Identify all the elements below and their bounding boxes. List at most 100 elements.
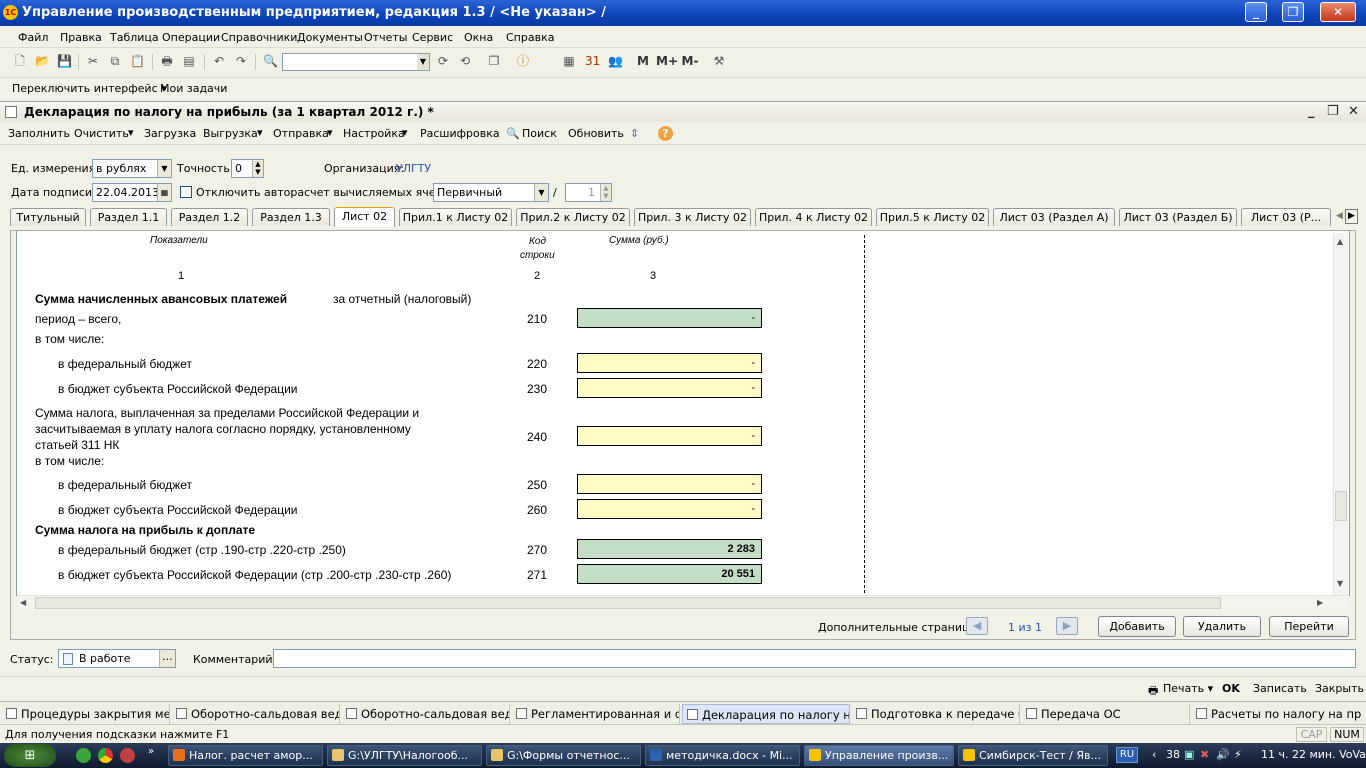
fill-button[interactable]: Заполнить — [8, 127, 70, 140]
unit-select[interactable]: в рублях ▼ — [92, 159, 172, 178]
autocalc-checkbox[interactable] — [180, 186, 192, 198]
window-tab[interactable]: Оборотно-сальдовая ведо... — [172, 704, 340, 724]
preview-icon[interactable]: ▤ — [182, 54, 196, 68]
ok-button[interactable]: OK — [1222, 682, 1240, 695]
copy-icon[interactable]: ⧉ — [108, 54, 122, 68]
my-tasks-button[interactable]: Мои задачи — [160, 82, 227, 95]
info-icon[interactable]: ⓘ — [516, 54, 530, 68]
cell-270[interactable]: 2 283 — [577, 539, 762, 559]
taskbar-item[interactable]: Симбирск-Тест / Яв... — [958, 745, 1108, 766]
cell-271[interactable]: 20 551 — [577, 564, 762, 584]
switch-interface-button[interactable]: Переключить интерфейс ▾ — [12, 82, 167, 95]
network-icon[interactable]: ▣ — [1184, 748, 1194, 761]
window-tab-active[interactable]: Декларация по налогу на ... — [682, 704, 850, 724]
export-button[interactable]: Выгрузка — [203, 127, 258, 140]
language-indicator[interactable]: RU — [1116, 747, 1138, 763]
scroll-left-icon[interactable]: ◀ — [20, 598, 26, 607]
open-file-icon[interactable]: 📂 — [35, 54, 50, 68]
scroll-down-icon[interactable]: ▼ — [1337, 579, 1343, 588]
find-prev-icon[interactable]: ⟲ — [458, 54, 472, 68]
memory-plus-button[interactable]: M+ — [656, 54, 678, 68]
tab-section-1-1[interactable]: Раздел 1.1 — [90, 208, 167, 226]
doc-close-button[interactable]: ✕ — [1348, 104, 1359, 119]
menu-reports[interactable]: Отчеты — [364, 31, 407, 44]
h-scroll-thumb[interactable] — [35, 597, 1221, 609]
menu-help[interactable]: Справка — [506, 31, 554, 44]
go-button[interactable]: Перейти — [1269, 616, 1349, 637]
minimize-button[interactable]: _ — [1245, 2, 1267, 22]
add-button[interactable]: Добавить — [1098, 616, 1176, 637]
scroll-right-icon[interactable]: ▶ — [1317, 598, 1323, 607]
comment-field[interactable] — [273, 649, 1356, 668]
cut-icon[interactable]: ✂ — [86, 54, 100, 68]
window-tab[interactable]: Передача ОС — [1022, 704, 1190, 724]
menu-documents[interactable]: Документы — [297, 31, 363, 44]
menu-catalogs[interactable]: Справочники — [221, 31, 297, 44]
cell-250[interactable]: - — [577, 474, 762, 494]
find-next-icon[interactable]: ⟳ — [436, 54, 450, 68]
tab-section-1-2[interactable]: Раздел 1.2 — [171, 208, 248, 226]
tab-appendix-2[interactable]: Прил.2 к Листу 02 — [516, 208, 630, 226]
tab-sheet-03-b[interactable]: Лист 03 (Раздел Б) — [1119, 208, 1237, 226]
cell-210[interactable]: - — [577, 308, 762, 328]
search-button[interactable]: Поиск — [522, 127, 557, 140]
print-icon[interactable]: 🖶 — [160, 54, 174, 68]
decode-button[interactable]: Расшифровка — [420, 127, 500, 140]
new-file-icon[interactable]: 🗋 — [13, 54, 27, 68]
users-icon[interactable]: 👥 — [608, 54, 623, 68]
stepper-icon[interactable]: ▲ ▼ — [600, 184, 611, 201]
cell-260[interactable]: - — [577, 499, 762, 519]
taskbar-item[interactable]: Налог. расчет амор... — [168, 745, 323, 766]
send-button[interactable]: Отправка — [273, 127, 329, 140]
window-tab[interactable]: Подготовка к передаче ОС — [852, 704, 1020, 724]
tab-section-1-3[interactable]: Раздел 1.3 — [252, 208, 330, 226]
tab-appendix-5[interactable]: Прил.5 к Листу 02 — [876, 208, 989, 226]
scroll-up-icon[interactable]: ▲ — [1337, 237, 1343, 246]
vertical-scrollbar[interactable]: ▲ ▼ — [1333, 233, 1348, 595]
import-button[interactable]: Загрузка — [144, 127, 196, 140]
tab-appendix-3[interactable]: Прил. 3 к Листу 02 — [634, 208, 751, 226]
volume-icon[interactable]: 🔊 — [1216, 748, 1230, 761]
taskbar-item[interactable]: G:\УЛГТУ\Налогооб... — [327, 745, 482, 766]
expand-icon[interactable]: ⇕ — [630, 127, 639, 140]
find-icon[interactable]: 🔍 — [263, 54, 278, 68]
save-icon[interactable]: 💾 — [57, 54, 72, 68]
window-tab[interactable]: Оборотно-сальдовая ведо... — [342, 704, 510, 724]
taskbar-item-active[interactable]: Управление произв... — [804, 745, 954, 766]
menu-service[interactable]: Сервис — [412, 31, 453, 44]
memory-minus-button[interactable]: M- — [680, 54, 700, 68]
stepper-icon[interactable]: ▲ ▼ — [252, 160, 263, 177]
doc-minimize-button[interactable]: _ — [1308, 104, 1315, 119]
utorrent-icon[interactable] — [76, 748, 91, 763]
search-combobox[interactable]: ▼ — [282, 53, 430, 71]
chevron-down-icon[interactable]: ▼ — [534, 184, 548, 201]
search-icon[interactable]: 🔍 — [506, 127, 520, 140]
menu-operations[interactable]: Операции — [162, 31, 220, 44]
windows-icon[interactable]: ❐ — [487, 54, 501, 68]
tab-title-page[interactable]: Титульный — [10, 208, 86, 226]
calendar-icon[interactable]: ▦ — [157, 184, 171, 201]
taskbar-item[interactable]: G:\Формы отчетнос... — [486, 745, 641, 766]
calendar-icon[interactable]: 31 — [585, 54, 600, 68]
prev-page-icon[interactable]: ◀ — [966, 617, 988, 635]
doc-restore-button[interactable]: ❐ — [1327, 104, 1339, 119]
maximize-button[interactable]: ❐ — [1282, 2, 1304, 22]
scroll-thumb[interactable] — [1335, 491, 1347, 521]
status-field[interactable]: В работе ... — [58, 649, 176, 668]
horizontal-scrollbar[interactable]: ◀ ▶ — [17, 595, 1349, 610]
organization-link[interactable]: УЛГТУ — [396, 162, 431, 175]
print-button[interactable]: Печать ▾ — [1163, 682, 1213, 695]
chevron-down-icon[interactable]: ▼ — [417, 54, 429, 70]
tab-sheet-03-more[interactable]: Лист 03 (Р... — [1241, 208, 1331, 226]
tab-appendix-4[interactable]: Прил. 4 к Листу 02 — [755, 208, 872, 226]
tray-expand-icon[interactable]: ‹ — [1152, 748, 1156, 761]
declaration-kind-select[interactable]: Первичный ▼ — [433, 183, 549, 202]
status-select-button[interactable]: ... — [159, 650, 175, 667]
paste-icon[interactable]: 📋 — [130, 54, 145, 68]
cell-220[interactable]: - — [577, 353, 762, 373]
close-button[interactable]: ✕ — [1320, 2, 1356, 22]
redo-icon[interactable]: ↷ — [234, 54, 248, 68]
start-button[interactable]: ⊞ — [4, 744, 56, 767]
chevron-down-icon[interactable]: ▼ — [157, 160, 171, 177]
next-page-icon[interactable]: ▶ — [1056, 617, 1078, 635]
